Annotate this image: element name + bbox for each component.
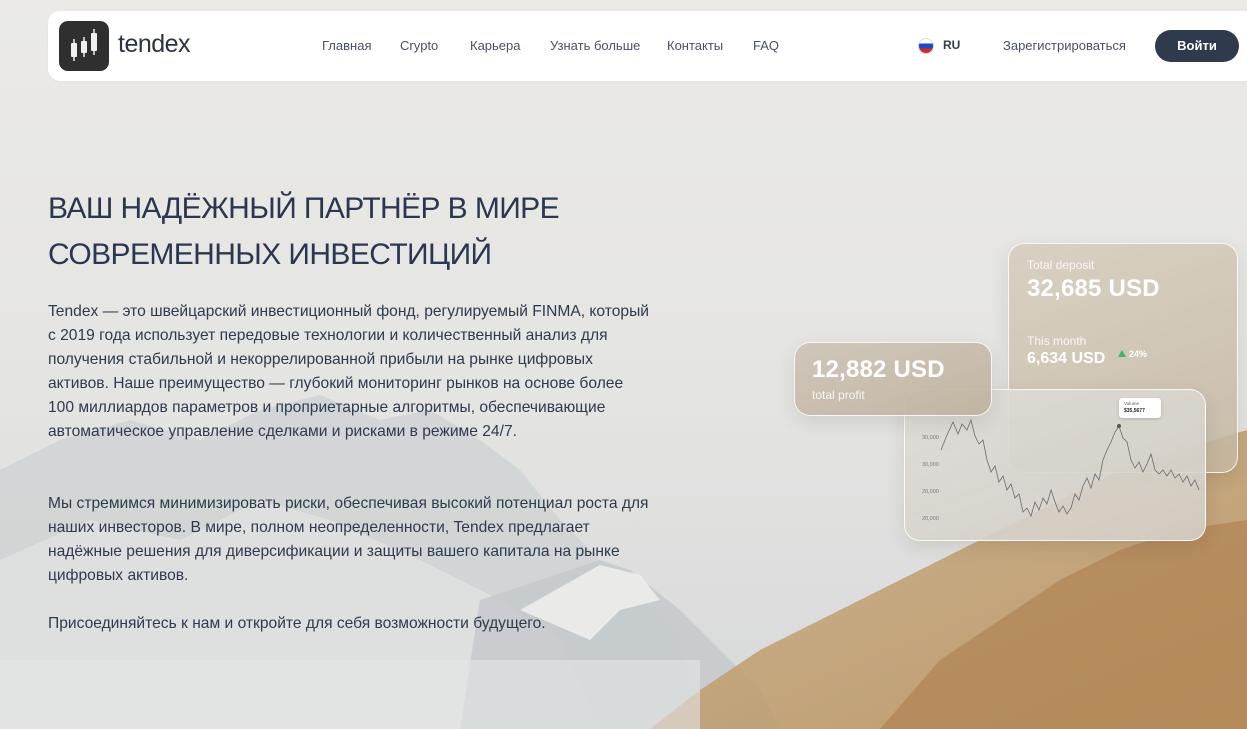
total-profit-card: 12,882 USD total profit — [794, 342, 992, 416]
hero-title-line2: СОВРЕМЕННЫХ ИНВЕСТИЦИЙ — [48, 238, 492, 271]
tooltip-label: Volume — [1124, 401, 1140, 406]
nav-link-contacts[interactable]: Контакты — [667, 38, 723, 53]
top-navbar: tendex Главная Crypto Карьера Узнать бол… — [48, 11, 1247, 81]
russia-flag-icon — [918, 38, 934, 54]
language-code: RU — [943, 38, 961, 52]
this-month-value: 6,634 USD — [1027, 350, 1106, 367]
volume-line — [940, 418, 1200, 518]
y-tick-label: 30,000 — [922, 462, 939, 468]
nav-link-career[interactable]: Карьера — [470, 38, 521, 53]
total-profit-value: 12,882 USD — [812, 356, 945, 383]
candlestick-chart-icon[interactable] — [59, 21, 109, 71]
total-deposit-label: Total deposit — [1027, 258, 1095, 272]
tooltip-value: $35,5677 — [1124, 408, 1145, 414]
nav-link-learn-more[interactable]: Узнать больше — [550, 38, 640, 53]
brand-name[interactable]: tendex — [118, 30, 191, 59]
login-button[interactable]: Войти — [1155, 30, 1239, 62]
y-tick-label: 20,000 — [922, 516, 939, 522]
nav-link-crypto[interactable]: Crypto — [400, 38, 438, 53]
monthly-change-percent: 24% — [1129, 349, 1148, 359]
chart-highlight-point — [1117, 424, 1121, 428]
this-month-label: This month — [1027, 334, 1087, 348]
hero-paragraph-2: Мы стремимся минимизировать риски, обесп… — [48, 495, 649, 584]
chart-tooltip: Volume $35,5677 — [1119, 398, 1161, 418]
hero-paragraph-3: Присоединяйтесь к нам и откройте для себ… — [48, 615, 546, 632]
hero-title: ВАШ НАДЁЖНЫЙ ПАРТНЁР В МИРЕ СОВРЕМЕННЫХ … — [48, 186, 608, 278]
total-profit-label: total profit — [812, 388, 865, 402]
register-link[interactable]: Зарегистрироваться — [1003, 38, 1126, 53]
nav-link-home[interactable]: Главная — [322, 38, 371, 53]
y-tick-label: 20,000 — [922, 489, 939, 495]
hero-paragraph-1: Tendex — это швейцарский инвестиционный … — [48, 303, 649, 440]
hero-title-line1: ВАШ НАДЁЖНЫЙ ПАРТНЁР В МИРЕ — [48, 192, 560, 225]
nav-link-faq[interactable]: FAQ — [753, 38, 779, 53]
up-triangle-icon — [1118, 350, 1126, 357]
y-tick-label: 30,000 — [922, 435, 939, 441]
total-deposit-value: 32,685 USD — [1027, 275, 1160, 302]
